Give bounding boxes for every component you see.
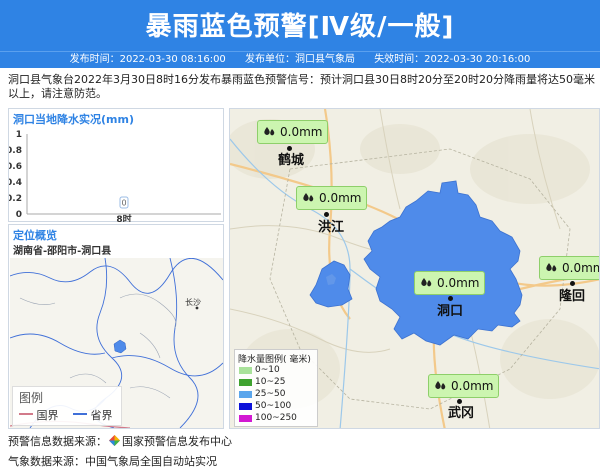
overview-legend-title: 图例 (19, 391, 44, 405)
station-value: 0.0mm (319, 191, 362, 205)
city-label-longhui: 隆回 (559, 289, 586, 304)
rainfall-chart: 1 0.8 0.6 0.4 0.2 0 0 8时 (9, 130, 221, 222)
expire-time: 失效时间：2022-03-30 20:16:00 (374, 54, 531, 65)
terrain-patch (360, 124, 440, 174)
legend-swatch (239, 415, 252, 422)
station-hongjiang[interactable]: 0.0mm (296, 186, 368, 210)
rain-drops-icon (264, 127, 275, 136)
station-wugang[interactable]: 0.0mm (428, 374, 500, 398)
y-tick-label: 0.6 (9, 162, 22, 172)
station-value: 0.0mm (280, 125, 323, 139)
publish-time: 发布时间：2022-03-30 08:16:00 (69, 54, 226, 65)
national-border-swatch (19, 413, 33, 415)
main-map[interactable]: 0.0mm 鹤城 0.0mm 洪江 0.0mm 洞口 0.0mm 隆回 0.0m… (229, 108, 600, 429)
legend-province-border: 省界 (73, 407, 113, 423)
legend-label: 0~10 (255, 365, 280, 375)
warning-meta-bar: 发布时间：2022-03-30 08:16:00 发布单位：洞口县气象局 失效时… (0, 51, 600, 68)
nmc-logo-icon (109, 435, 120, 446)
y-tick-label: 1 (16, 130, 22, 140)
overview-legend: 图例 国界 省界 (12, 386, 122, 426)
location-region: 湖南省-邵阳市-洞口县 (13, 246, 112, 257)
station-hecheng[interactable]: 0.0mm (257, 120, 329, 144)
y-tick-label: 0.8 (9, 146, 22, 156)
province-border (111, 355, 223, 377)
warning-description: 洞口县气象台2022年3月30日8时16分发布暴雨蓝色预警信号：预计洞口县30日… (8, 73, 595, 100)
province-border (10, 333, 106, 355)
warning-title: 暴雨蓝色预警[Ⅳ级/一般] (145, 12, 455, 42)
legend-swatch (239, 391, 252, 398)
dongkou-highlight (113, 339, 127, 354)
location-panel-title: 定位概览 (13, 229, 57, 242)
warning-source-line: 预警信息数据来源： 国家预警信息发布中心 (8, 433, 232, 449)
province-border (10, 258, 223, 294)
city-label-wugang: 武冈 (448, 406, 475, 421)
legend-swatch (239, 379, 252, 386)
weather-source-line: 气象数据来源：中国气象局全国自动站实况 (8, 455, 217, 468)
rainfall-legend-title: 降水量图例( 毫米) (238, 355, 311, 365)
city-border (129, 386, 171, 399)
legend-swatch (239, 367, 252, 374)
rain-drops-icon (421, 278, 432, 287)
legend-label: 50~100 (255, 401, 292, 411)
x-tick-label: 8时 (116, 213, 131, 222)
warning-header: 暴雨蓝色预警[Ⅳ级/一般] (0, 0, 600, 51)
rainfall-legend: 降水量图例( 毫米) 0~10 10~25 25~50 50~100 100~2… (234, 349, 318, 427)
rain-drops-icon (546, 263, 557, 272)
city-label-dongkou: 洞口 (437, 304, 464, 319)
station-value: 0.0mm (451, 379, 494, 393)
local-rainfall-panel: 洞口当地降水实况(mm) 1 0.8 0.6 0.4 0.2 0 0 8时 (8, 108, 224, 222)
province-border (169, 258, 199, 428)
city-label-hongjiang: 洪江 (318, 220, 345, 235)
y-tick-label: 0.4 (9, 178, 22, 188)
city-border (69, 373, 107, 384)
warning-source-link[interactable]: 国家预警信息发布中心 (122, 435, 232, 448)
rain-drops-icon (303, 193, 314, 202)
legend-label: 100~250 (255, 413, 297, 423)
legend-label: 25~50 (255, 389, 286, 399)
warning-source-prefix: 预警信息数据来源： (8, 435, 107, 448)
province-border-swatch (73, 413, 87, 415)
terrain-patch (470, 134, 590, 204)
legend-province-label: 省界 (90, 409, 113, 422)
y-tick-label: 0.2 (9, 194, 22, 204)
station-value: 0.0mm (437, 276, 480, 290)
city-border (119, 293, 177, 329)
city-border (19, 297, 56, 305)
data-label: 0 (121, 199, 126, 208)
legend-national-label: 国界 (36, 409, 59, 422)
publisher: 发布单位：洞口县气象局 (245, 54, 355, 65)
station-value: 0.0mm (562, 261, 599, 275)
warning-area (363, 180, 523, 346)
rain-drops-icon (435, 381, 446, 390)
terrain-patch (500, 319, 599, 399)
station-dongkou[interactable]: 0.0mm (414, 271, 486, 295)
changsha-dot (195, 306, 199, 310)
map-city-label: 长沙 (185, 297, 201, 307)
y-tick-label: 0 (16, 210, 22, 220)
legend-national-border: 国界 (19, 407, 59, 423)
legend-swatch (239, 403, 252, 410)
city-label-hecheng: 鹤城 (278, 153, 305, 168)
station-longhui[interactable]: 0.0mm (539, 256, 599, 280)
city-border (139, 332, 161, 359)
legend-label: 10~25 (255, 377, 286, 387)
